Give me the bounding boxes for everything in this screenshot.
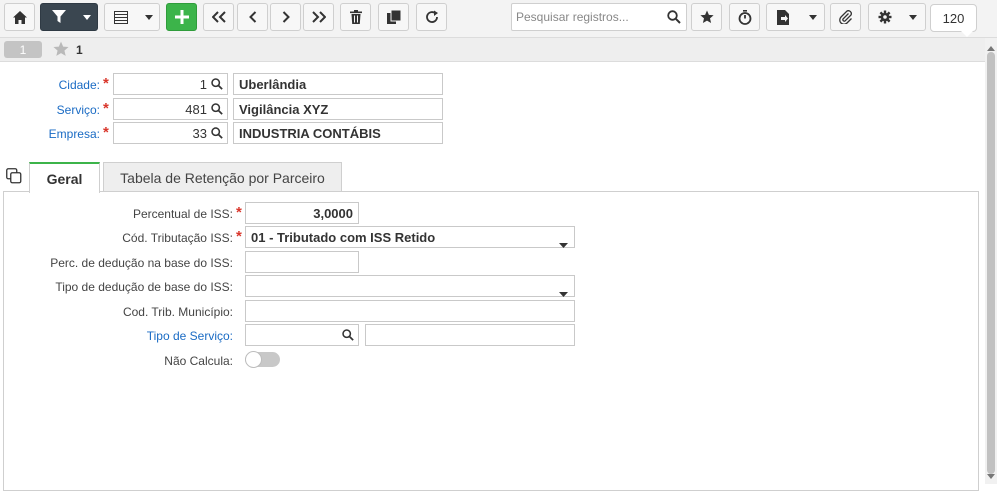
required-marker: * (103, 75, 109, 92)
nao-calcula-toggle[interactable] (245, 351, 280, 368)
cidade-description: Uberlândia (239, 76, 307, 92)
search-icon[interactable] (667, 10, 681, 27)
cod-trib-municipio-field[interactable] (245, 300, 575, 322)
required-marker: * (236, 204, 242, 221)
servico-description: Vigilância XYZ (239, 101, 329, 117)
previous-icon (248, 11, 257, 23)
vertical-scrollbar[interactable] (985, 38, 997, 484)
tipo-deducao-select[interactable] (245, 275, 575, 297)
last-icon (311, 11, 326, 23)
tab-tabela-retencao[interactable]: Tabela de Retenção por Parceiro (103, 162, 342, 192)
favorite-icon (699, 10, 714, 24)
grid-view-button[interactable] (104, 3, 160, 31)
search-icon[interactable] (211, 127, 223, 142)
percentual-iss-value: 3,0000 (313, 205, 353, 221)
chevron-down-icon[interactable] (145, 15, 153, 20)
home-icon (12, 10, 27, 24)
report-button[interactable] (766, 3, 825, 31)
empresa-label[interactable]: Empresa: (49, 127, 100, 141)
cidade-label[interactable]: Cidade: (59, 78, 100, 92)
toggle-knob (245, 351, 262, 368)
nao-calcula-label: Não Calcula: (164, 354, 233, 368)
attachment-button[interactable] (830, 3, 861, 31)
add-button[interactable] (166, 3, 197, 31)
cod-tributacao-label: Cód. Tributação ISS: (122, 231, 233, 245)
next-icon (282, 11, 290, 23)
favorite-count: 1 (76, 43, 83, 57)
cod-tributacao-select[interactable]: 01 - Tributado com ISS Retido (245, 226, 575, 248)
servico-description-field: Vigilância XYZ (233, 98, 443, 120)
servico-code-field[interactable]: 481 (113, 98, 228, 120)
percentual-iss-field[interactable]: 3,0000 (245, 202, 359, 224)
chevron-down-icon (559, 236, 568, 251)
record-number: 1 (19, 42, 27, 57)
filter-button[interactable] (40, 3, 98, 31)
timer-button[interactable] (729, 3, 760, 31)
tab-geral-label: Geral (46, 170, 83, 187)
search-input[interactable] (512, 4, 662, 30)
empresa-description: INDUSTRIA CONTÁBIS (239, 125, 381, 141)
scroll-down-icon[interactable] (987, 468, 995, 482)
settings-button[interactable] (868, 3, 926, 31)
add-icon (174, 10, 189, 24)
tipo-servico-description-field (365, 324, 575, 346)
star-icon[interactable] (53, 41, 69, 60)
tab-tabela-retencao-label: Tabela de Retenção por Parceiro (120, 169, 325, 186)
search-icon[interactable] (211, 103, 223, 118)
copy-icon[interactable] (6, 168, 22, 187)
toolbar: 120 (0, 0, 997, 38)
attachment-icon (838, 10, 853, 24)
duplicate-icon (386, 10, 401, 24)
perc-deducao-field[interactable] (245, 251, 359, 273)
last-record-button[interactable] (303, 3, 334, 31)
refresh-icon (425, 10, 439, 24)
search-icon[interactable] (342, 329, 354, 344)
tipo-servico-code-field[interactable] (245, 324, 359, 346)
filter-icon (52, 10, 66, 24)
percentual-iss-label: Percentual de ISS: (132, 207, 233, 221)
required-marker: * (236, 228, 242, 245)
report-icon (777, 10, 789, 25)
delete-icon (349, 10, 362, 24)
servico-label[interactable]: Serviço: (57, 103, 100, 117)
search-box (511, 3, 687, 31)
empresa-description-field: INDUSTRIA CONTÁBIS (233, 122, 443, 144)
chevron-down-icon (559, 285, 568, 300)
required-marker: * (103, 124, 109, 141)
refresh-button[interactable] (416, 3, 447, 31)
next-record-button[interactable] (270, 3, 301, 31)
home-button[interactable] (4, 3, 35, 31)
perc-deducao-label: Perc. de dedução na base do ISS: (50, 256, 233, 270)
first-icon (211, 11, 226, 23)
cidade-code-field[interactable]: 1 (113, 73, 228, 95)
duplicate-button[interactable] (378, 3, 409, 31)
scrollbar-thumb[interactable] (987, 52, 995, 474)
previous-record-button[interactable] (237, 3, 268, 31)
cidade-code-value: 1 (199, 76, 207, 92)
favorite-button[interactable] (691, 3, 722, 31)
timer-icon (738, 9, 752, 25)
page-size-value: 120 (942, 10, 965, 26)
empresa-code-field[interactable]: 33 (113, 122, 228, 144)
record-navigation-strip: 1 1 (0, 38, 985, 62)
servico-code-value: 481 (185, 101, 207, 117)
cidade-description-field: Uberlândia (233, 73, 443, 95)
cod-trib-municipio-label: Cod. Trib. Município: (122, 305, 233, 319)
cod-tributacao-value: 01 - Tributado com ISS Retido (251, 229, 436, 245)
record-number-badge[interactable]: 1 (4, 41, 42, 58)
grid-icon (114, 11, 128, 24)
page-size-selector[interactable]: 120 (930, 4, 977, 37)
search-icon[interactable] (211, 78, 223, 93)
chevron-down-icon[interactable] (909, 15, 917, 20)
chevron-down-icon[interactable] (83, 15, 91, 20)
delete-button[interactable] (340, 3, 371, 31)
chevron-down-icon[interactable] (809, 15, 817, 20)
first-record-button[interactable] (203, 3, 234, 31)
empresa-code-value: 33 (192, 125, 207, 141)
tab-geral[interactable]: Geral (29, 162, 100, 193)
gear-icon (878, 10, 892, 24)
required-marker: * (103, 100, 109, 117)
tipo-servico-label[interactable]: Tipo de Serviço: (147, 329, 233, 343)
tipo-deducao-label: Tipo de dedução de base do ISS: (55, 280, 233, 294)
